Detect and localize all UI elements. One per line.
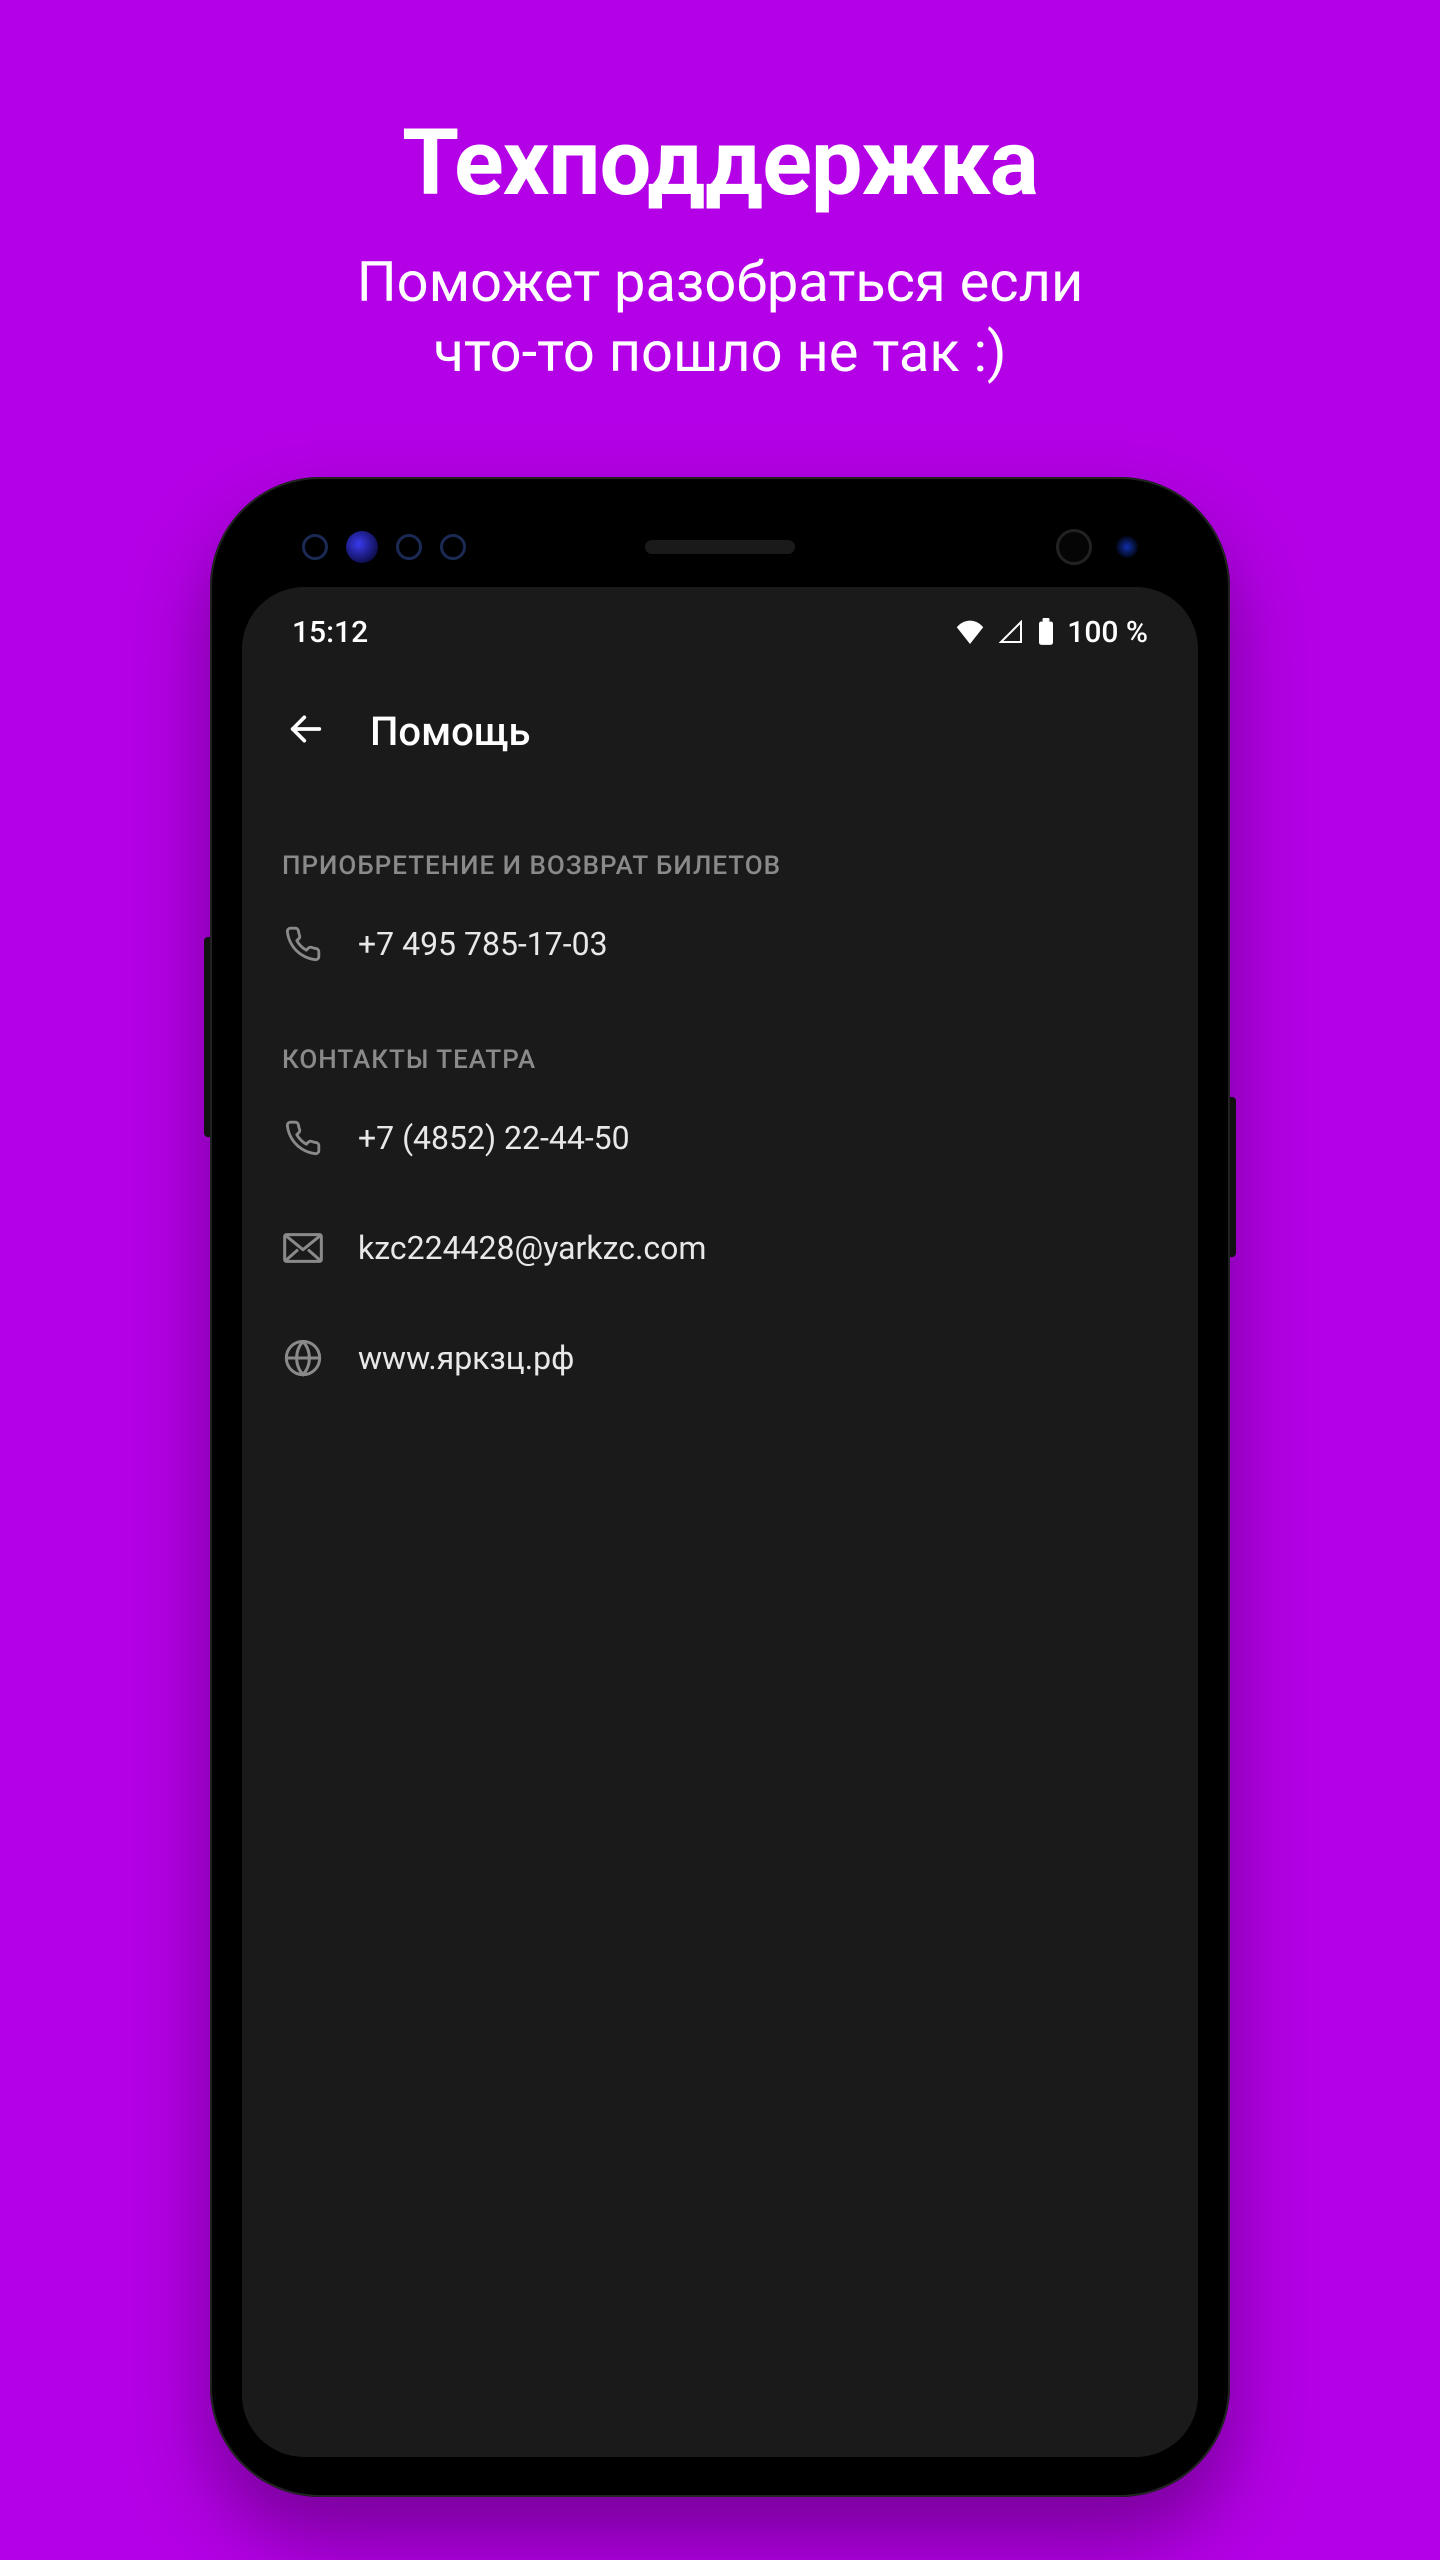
sensor-dot bbox=[346, 531, 378, 563]
back-button[interactable] bbox=[282, 707, 330, 755]
row-theatre-phone[interactable]: +7 (4852) 22-44-50 bbox=[282, 1083, 1158, 1193]
sensor-dot bbox=[396, 534, 422, 560]
front-camera bbox=[1056, 529, 1092, 565]
section-header-theatre: КОНТАКТЫ ТЕАТРА bbox=[282, 1045, 1158, 1075]
page-title: Помощь bbox=[370, 708, 530, 755]
sensor-dot bbox=[1116, 536, 1138, 558]
row-theatre-email[interactable]: kzc224428@yarkzc.com bbox=[282, 1193, 1158, 1303]
phone-sensor-bar bbox=[242, 507, 1198, 587]
battery-icon bbox=[1037, 618, 1055, 646]
globe-icon bbox=[282, 1337, 324, 1379]
signal-icon bbox=[997, 620, 1025, 644]
promo-subtitle: Поможет разобраться если что-то пошло не… bbox=[357, 247, 1084, 387]
phone-screen: 15:12 100 % Помощь bbox=[242, 587, 1198, 2457]
theatre-website-text: www.яркзц.рф bbox=[358, 1339, 574, 1377]
phone-speaker bbox=[645, 540, 795, 554]
theatre-phone-text: +7 (4852) 22-44-50 bbox=[358, 1119, 630, 1157]
app-bar: Помощь bbox=[242, 677, 1198, 795]
wifi-icon bbox=[955, 620, 985, 644]
mail-icon bbox=[282, 1227, 324, 1269]
status-time: 15:12 bbox=[292, 615, 368, 650]
ticket-phone-text: +7 495 785-17-03 bbox=[358, 925, 608, 963]
phone-icon bbox=[282, 1117, 324, 1159]
phone-icon bbox=[282, 923, 324, 965]
row-ticket-phone[interactable]: +7 495 785-17-03 bbox=[282, 889, 1158, 999]
section-header-tickets: ПРИОБРЕТЕНИЕ И ВОЗВРАТ БИЛЕТОВ bbox=[282, 851, 1158, 881]
phone-frame: 15:12 100 % Помощь bbox=[210, 477, 1230, 2497]
row-theatre-website[interactable]: www.яркзц.рф bbox=[282, 1303, 1158, 1413]
status-bar: 15:12 100 % bbox=[242, 587, 1198, 677]
promo-subtitle-line2: что-то пошло не так :) bbox=[433, 319, 1006, 385]
promo-block: Техподдержка Поможет разобраться если чт… bbox=[357, 110, 1084, 387]
battery-percent: 100 % bbox=[1067, 615, 1148, 650]
theatre-email-text: kzc224428@yarkzc.com bbox=[358, 1229, 706, 1267]
sensor-dot bbox=[440, 534, 466, 560]
promo-title: Техподдержка bbox=[357, 110, 1084, 217]
content: ПРИОБРЕТЕНИЕ И ВОЗВРАТ БИЛЕТОВ +7 495 78… bbox=[242, 795, 1198, 1423]
status-right: 100 % bbox=[955, 615, 1148, 650]
arrow-left-icon bbox=[286, 709, 326, 753]
sensor-dot bbox=[302, 534, 328, 560]
promo-subtitle-line1: Поможет разобраться если bbox=[357, 249, 1084, 315]
